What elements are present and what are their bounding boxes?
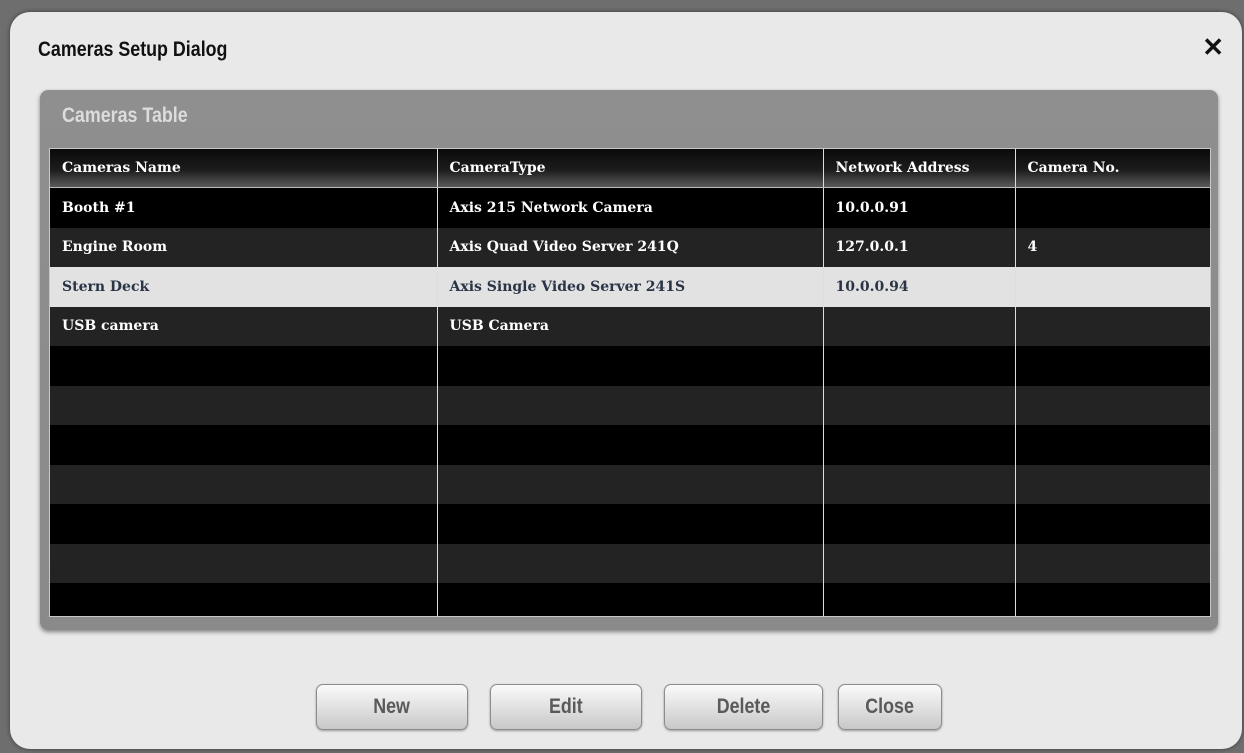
new-button[interactable]: New <box>316 684 468 730</box>
cell-camera-name: USB camera <box>50 306 438 346</box>
cell-camera-name: Booth #1 <box>50 187 438 228</box>
edit-button[interactable]: Edit <box>490 684 642 730</box>
cell-camera-type: Axis 215 Network Camera <box>437 187 824 228</box>
table-row[interactable]: Booth #1 Axis 215 Network Camera 10.0.0.… <box>50 187 1210 228</box>
cell-network-address: 127.0.0.1 <box>823 227 1016 267</box>
cell-camera-no <box>1015 187 1210 228</box>
column-header-camera-name[interactable]: Cameras Name <box>50 149 438 188</box>
cell-camera-type: Axis Single Video Server 241S <box>437 267 824 307</box>
cameras-table: Cameras Name CameraType Network Address … <box>50 149 1210 616</box>
empty-table-row <box>50 583 1210 616</box>
column-header-network-address[interactable]: Network Address <box>823 149 1016 188</box>
table-header-row: Cameras Name CameraType Network Address … <box>50 149 1210 188</box>
close-icon[interactable]: ✕ <box>1202 34 1224 60</box>
cameras-table-panel: Cameras Table Cameras Name CameraType Ne… <box>40 90 1218 630</box>
cell-camera-name: Stern Deck <box>50 267 438 307</box>
button-bar: New Edit Delete Close <box>10 684 1242 730</box>
table-row[interactable]: Engine Room Axis Quad Video Server 241Q … <box>50 227 1210 267</box>
cell-network-address <box>823 306 1016 346</box>
empty-table-row <box>50 504 1210 544</box>
cell-network-address: 10.0.0.91 <box>823 187 1016 228</box>
cell-camera-no: 4 <box>1015 227 1210 267</box>
close-button[interactable]: Close <box>838 684 942 730</box>
cell-camera-name: Engine Room <box>50 227 438 267</box>
panel-title: Cameras Table <box>62 104 188 127</box>
cameras-table-container: Cameras Name CameraType Network Address … <box>49 148 1211 617</box>
table-row-selected[interactable]: Stern Deck Axis Single Video Server 241S… <box>50 267 1210 307</box>
cell-camera-no <box>1015 267 1210 307</box>
cameras-setup-dialog: Cameras Setup Dialog ✕ Cameras Table Cam… <box>10 12 1242 749</box>
dialog-title: Cameras Setup Dialog <box>38 38 228 61</box>
empty-table-row <box>50 425 1210 465</box>
cell-camera-type: Axis Quad Video Server 241Q <box>437 227 824 267</box>
empty-table-row <box>50 464 1210 504</box>
delete-button[interactable]: Delete <box>664 684 823 730</box>
cell-camera-no <box>1015 306 1210 346</box>
cell-network-address: 10.0.0.94 <box>823 267 1016 307</box>
empty-table-row <box>50 346 1210 386</box>
column-header-camera-no[interactable]: Camera No. <box>1015 149 1210 188</box>
cell-camera-type: USB Camera <box>437 306 824 346</box>
empty-table-row <box>50 385 1210 425</box>
empty-table-row <box>50 543 1210 583</box>
table-row[interactable]: USB camera USB Camera <box>50 306 1210 346</box>
column-header-camera-type[interactable]: CameraType <box>437 149 824 188</box>
